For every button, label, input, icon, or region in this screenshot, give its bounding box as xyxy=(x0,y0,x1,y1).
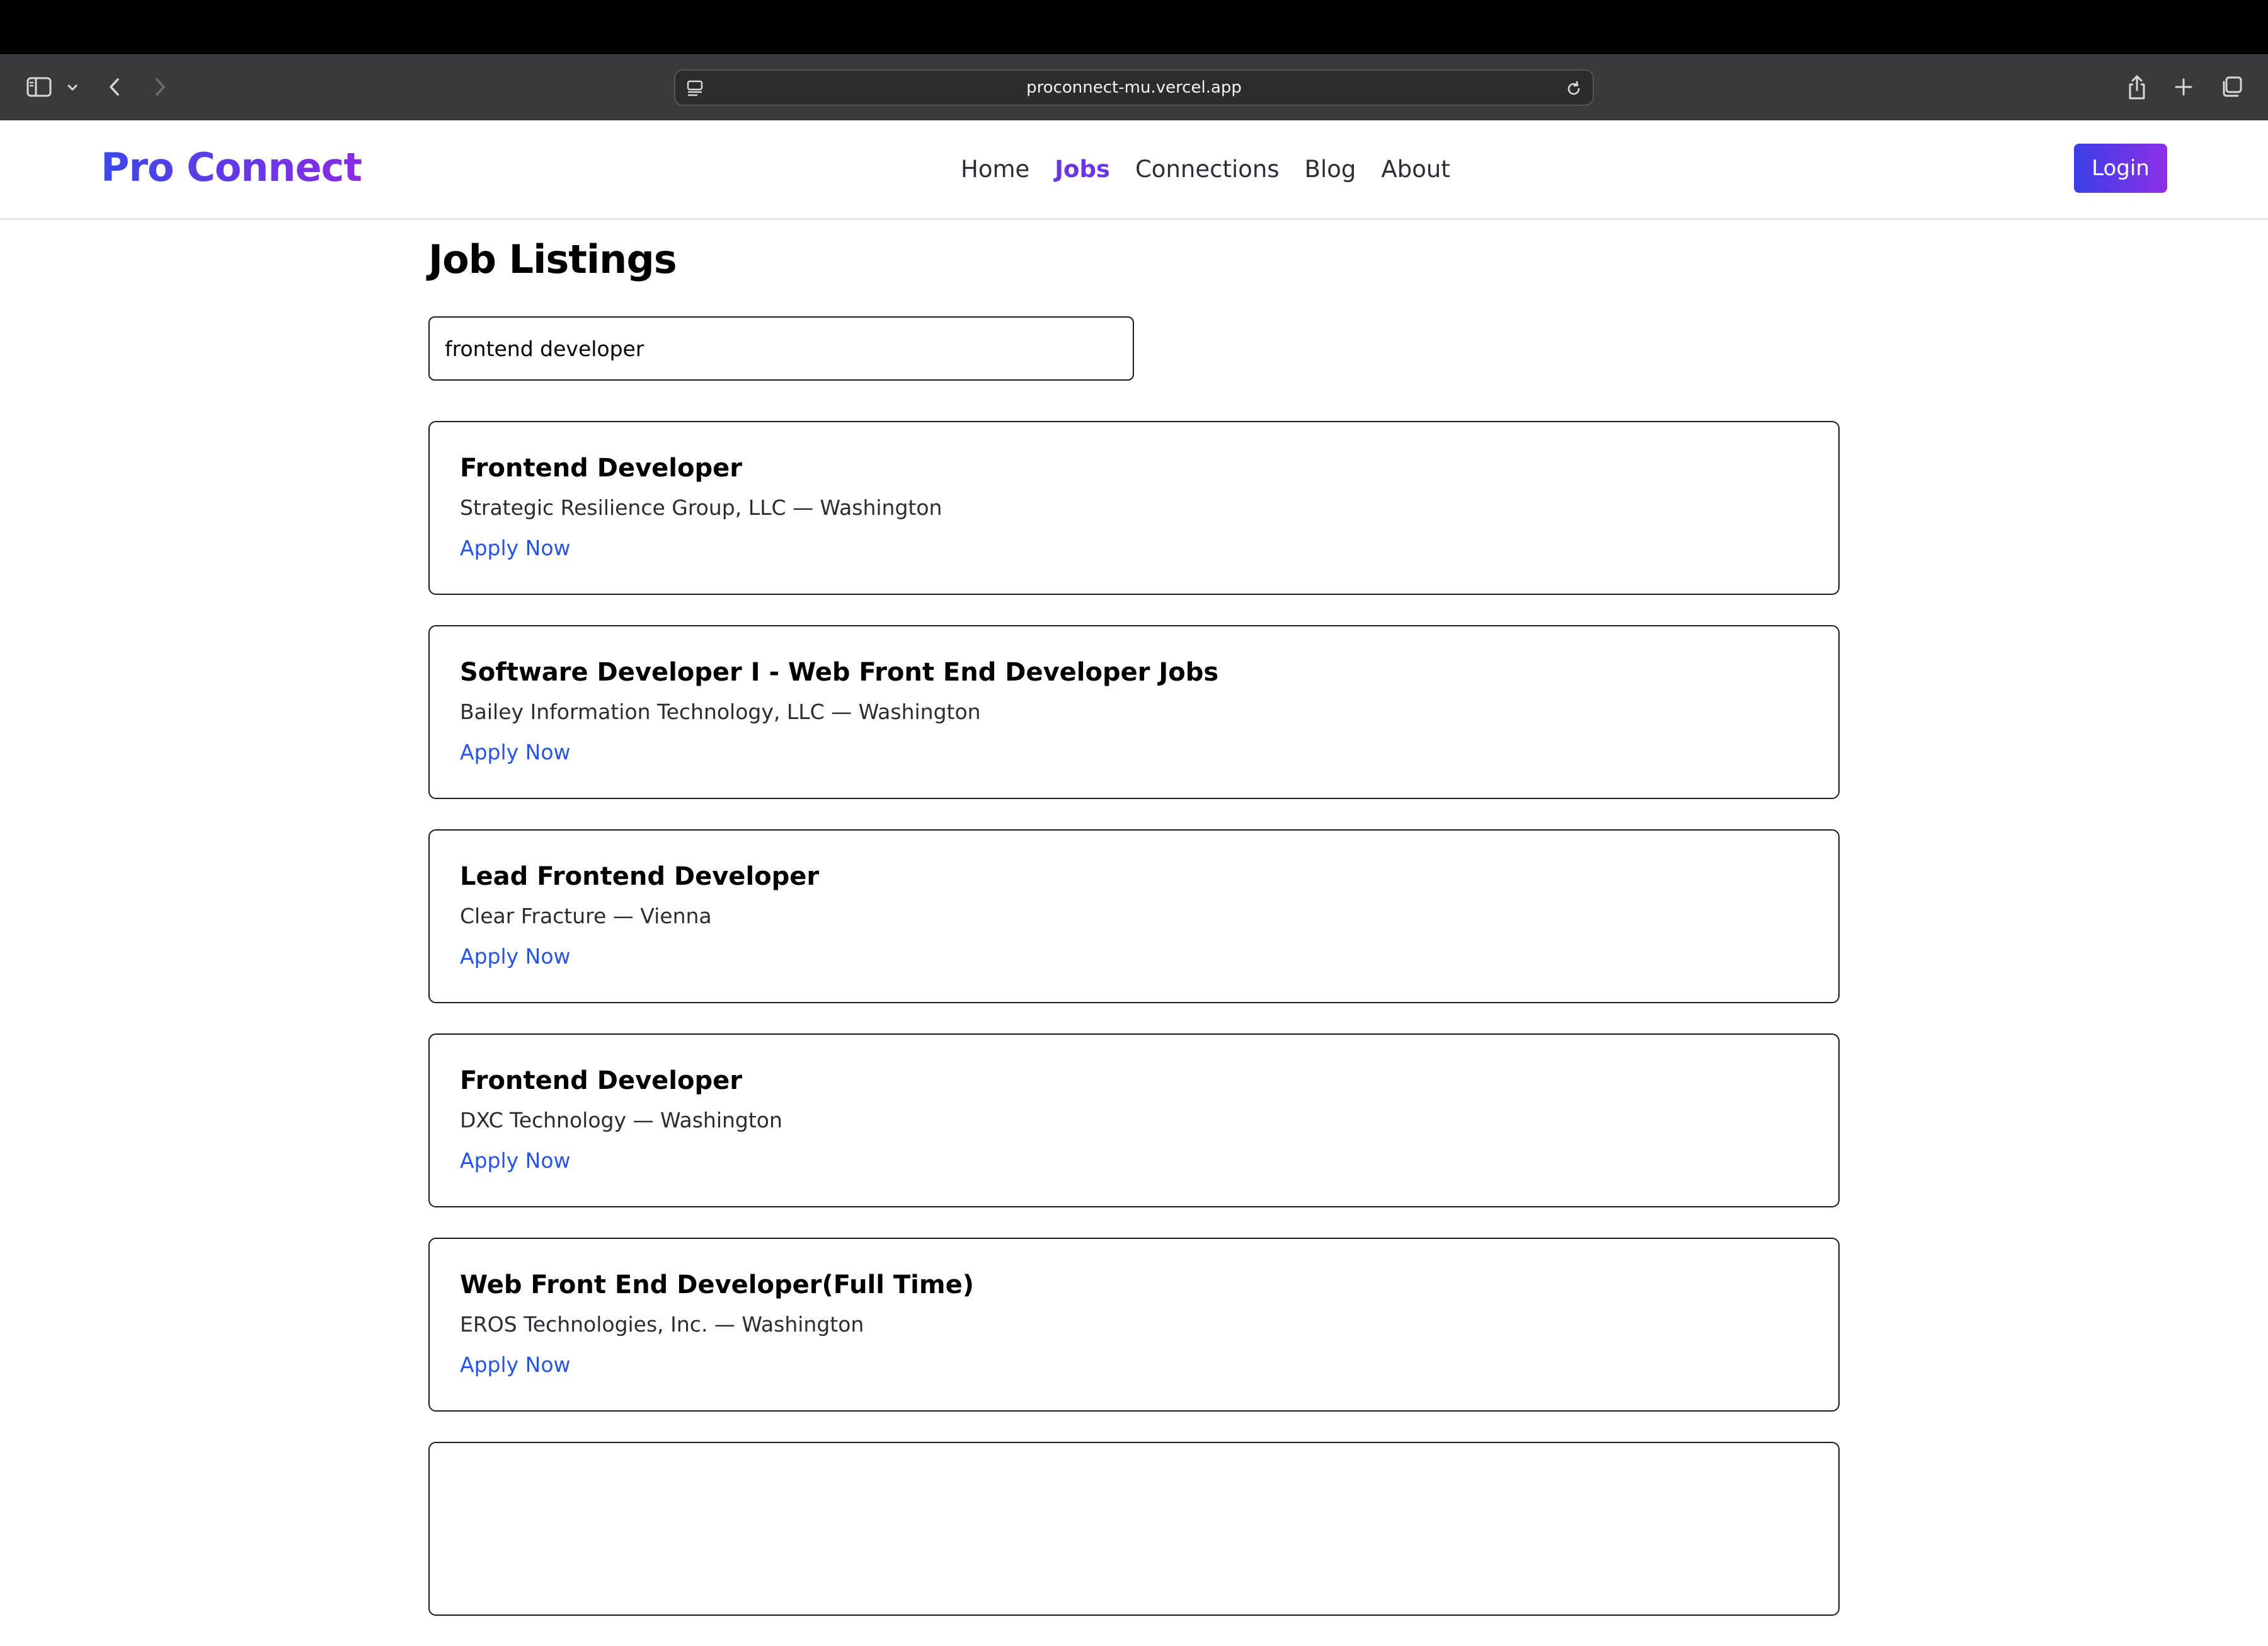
sidebar-icon[interactable] xyxy=(25,74,53,100)
tab-overview-icon[interactable] xyxy=(2219,74,2244,100)
job-card: Web Front End Developer(Full Time) EROS … xyxy=(428,1238,1840,1412)
job-title: Frontend Developer xyxy=(460,1066,742,1095)
job-title: Frontend Developer xyxy=(460,454,742,483)
job-card: Lead Frontend Developer Clear Fracture —… xyxy=(428,829,1840,1003)
main-nav: Home Jobs Connections Blog About xyxy=(961,120,1450,218)
chevron-down-icon[interactable] xyxy=(63,78,82,97)
job-card xyxy=(428,1442,1840,1616)
job-card: Software Developer I - Web Front End Dev… xyxy=(428,625,1840,799)
nav-connections[interactable]: Connections xyxy=(1135,156,1280,183)
job-company-location: EROS Technologies, Inc. — Washington xyxy=(460,1312,864,1337)
job-card: Frontend Developer DXC Technology — Wash… xyxy=(428,1033,1840,1207)
job-company-location: Bailey Information Technology, LLC — Was… xyxy=(460,699,981,724)
page-title: Job Listings xyxy=(428,236,677,282)
apply-now-link[interactable]: Apply Now xyxy=(460,536,571,560)
chevron-left-icon[interactable] xyxy=(103,74,126,100)
nav-home[interactable]: Home xyxy=(961,156,1029,183)
nav-jobs[interactable]: Jobs xyxy=(1055,156,1110,183)
job-company-location: DXC Technology — Washington xyxy=(460,1108,782,1132)
apply-now-link[interactable]: Apply Now xyxy=(460,740,571,764)
logo[interactable]: Pro Connect xyxy=(101,144,362,190)
apply-now-link[interactable]: Apply Now xyxy=(460,1352,571,1377)
system-top-bar xyxy=(0,0,2268,54)
job-company-location: Strategic Resilience Group, LLC — Washin… xyxy=(460,495,942,520)
site-header: Pro Connect Home Jobs Connections Blog A… xyxy=(0,120,2268,220)
share-icon[interactable] xyxy=(2124,72,2150,102)
plus-icon[interactable] xyxy=(2172,76,2195,98)
browser-toolbar: proconnect-mu.vercel.app xyxy=(0,54,2268,120)
apply-now-link[interactable]: Apply Now xyxy=(460,1148,571,1173)
search-input[interactable] xyxy=(428,316,1134,381)
nav-blog[interactable]: Blog xyxy=(1305,156,1356,183)
job-title: Web Front End Developer(Full Time) xyxy=(460,1270,974,1299)
apply-now-link[interactable]: Apply Now xyxy=(460,944,571,969)
job-list: Frontend Developer Strategic Resilience … xyxy=(428,421,1840,1646)
job-title: Lead Frontend Developer xyxy=(460,862,820,891)
url-text[interactable]: proconnect-mu.vercel.app xyxy=(675,71,1593,105)
chevron-right-icon[interactable] xyxy=(149,74,171,100)
login-button[interactable]: Login xyxy=(2074,144,2167,193)
reload-icon[interactable] xyxy=(1564,79,1584,99)
job-title: Software Developer I - Web Front End Dev… xyxy=(460,658,1219,687)
job-card: Frontend Developer Strategic Resilience … xyxy=(428,421,1840,595)
job-company-location: Clear Fracture — Vienna xyxy=(460,904,712,928)
nav-about[interactable]: About xyxy=(1381,156,1450,183)
address-bar[interactable]: proconnect-mu.vercel.app xyxy=(674,69,1594,106)
